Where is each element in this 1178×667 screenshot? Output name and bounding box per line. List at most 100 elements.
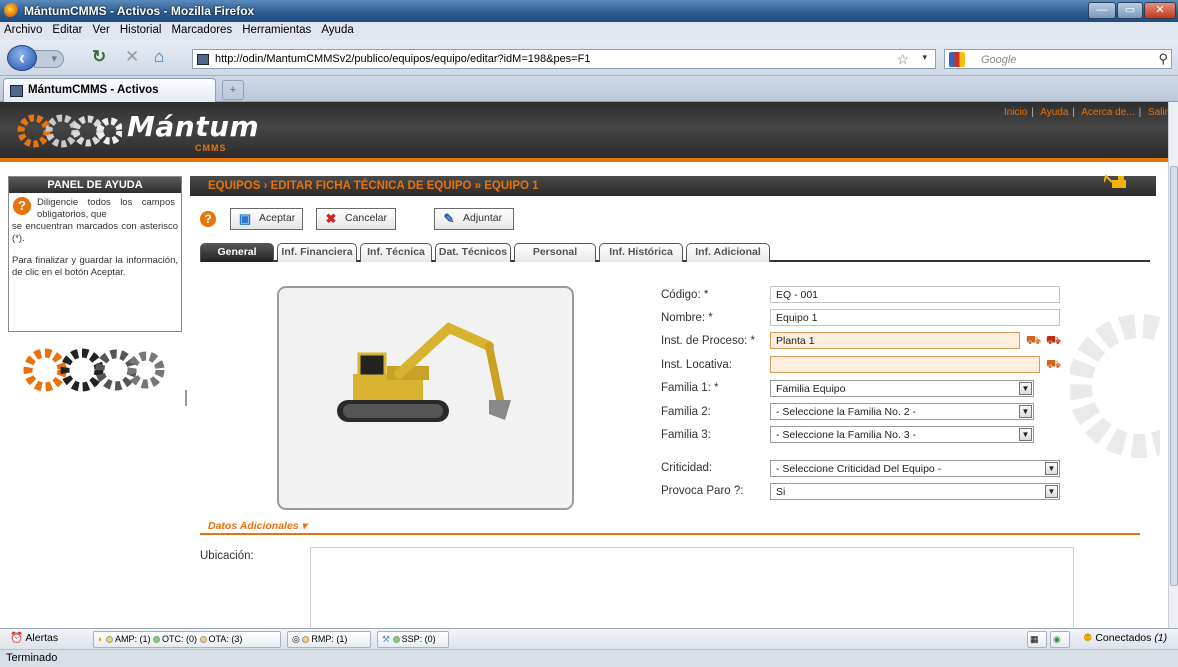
- firefox-icon: [4, 3, 19, 18]
- bookmark-star-icon[interactable]: ☆: [896, 51, 909, 68]
- web-page: Mántum CMMS Inicio | Ayuda | Acerca de... |…: [0, 102, 1168, 628]
- equipment-photo[interactable]: [277, 286, 574, 510]
- select-locativa-icon[interactable]: ⛟: [1046, 358, 1063, 371]
- maximize-button[interactable]: ▭: [1117, 2, 1143, 19]
- browser-tab-activos[interactable]: MántumCMMS - Activos: [3, 78, 216, 102]
- select-proceso-icon[interactable]: ⛟: [1026, 334, 1043, 347]
- menu-editar[interactable]: Editar: [48, 22, 85, 36]
- help-question-icon: ?: [13, 197, 31, 215]
- familia2-select[interactable]: - Seleccione la Familia No. 2 - ▼: [770, 403, 1034, 420]
- link-salir[interactable]: Salir: [1148, 107, 1168, 118]
- menu-ver[interactable]: Ver: [89, 22, 113, 36]
- codigo-field[interactable]: EQ - 001: [770, 286, 1060, 303]
- datos-adicionales-label: Datos Adicionales: [208, 520, 299, 532]
- panel-splitter[interactable]: [185, 390, 187, 406]
- familia2-label: Familia 2:: [661, 406, 711, 418]
- paro-value: Si: [776, 486, 786, 498]
- paro-label: Provoca Paro ?:: [661, 485, 744, 497]
- alerts-bar: ⏰ Alertas ◐ AMP: (1) OTC: (0) OTA: (3) ◎…: [0, 628, 1178, 649]
- search-box[interactable]: Google ⚲: [944, 49, 1172, 69]
- alarm-clock-icon: ⏰: [10, 632, 24, 644]
- amp-count: AMP: (1): [114, 634, 151, 644]
- help-text-2: se encuentran marcados con asterisco (*)…: [12, 221, 178, 244]
- globe-icon[interactable]: ◉: [1050, 631, 1070, 648]
- url-text: http://odin/MantumCMMSv2/publico/equipos…: [215, 53, 591, 65]
- eye-icon: ◎: [292, 634, 300, 644]
- url-bar[interactable]: http://odin/MantumCMMSv2/publico/equipos…: [192, 49, 936, 69]
- tab-general[interactable]: General: [200, 243, 274, 262]
- cancel-icon: ✖: [325, 211, 337, 226]
- tab-inf-historica[interactable]: Inf. Histórica: [599, 243, 683, 262]
- stop-icon[interactable]: ✕: [125, 47, 139, 67]
- chevron-down-icon: ▼: [1019, 428, 1032, 441]
- menu-bar: Archivo Editar Ver Historial Marcadores …: [0, 22, 1178, 40]
- rmp-status[interactable]: ◎ RMP: (1): [287, 631, 371, 648]
- criticidad-label: Criticidad:: [661, 462, 713, 474]
- new-tab-button[interactable]: +: [222, 80, 244, 100]
- back-button[interactable]: ‹: [7, 45, 37, 71]
- ssp-count: SSP: (0): [401, 634, 436, 644]
- cancel-button[interactable]: ✖ Cancelar: [316, 208, 396, 230]
- familia3-label: Familia 3:: [661, 429, 711, 441]
- menu-marcadores[interactable]: Marcadores: [167, 22, 235, 36]
- menu-herramientas[interactable]: Herramientas: [238, 22, 314, 36]
- clear-proceso-icon[interactable]: ⛟: [1046, 334, 1063, 347]
- link-acerca[interactable]: Acerca de...: [1081, 107, 1134, 118]
- wrench-icon: ◐: [98, 634, 104, 644]
- criticidad-select[interactable]: - Seleccione Criticidad Del Equipo - ▼: [770, 460, 1060, 477]
- divider: [200, 533, 1140, 535]
- connected-users[interactable]: ⚉ Conectados (1): [1079, 631, 1176, 648]
- familia3-select[interactable]: - Seleccione la Familia No. 3 - ▼: [770, 426, 1034, 443]
- accept-button[interactable]: ▣ Aceptar: [230, 208, 303, 230]
- search-icon[interactable]: ⚲: [1158, 51, 1168, 67]
- window-titlebar: MántumCMMS - Activos - Mozilla Firefox —…: [0, 0, 1178, 22]
- chevron-down-icon: ▼: [1045, 485, 1058, 498]
- tab-dat-tecnicos[interactable]: Dat. Técnicos: [435, 243, 511, 262]
- tab-inf-adicional[interactable]: Inf. Adicional: [686, 243, 770, 262]
- attach-button[interactable]: ✎ Adjuntar: [434, 208, 514, 230]
- ssp-status[interactable]: ⚒ SSP: (0): [377, 631, 449, 648]
- tab-personal[interactable]: Personal: [514, 243, 596, 262]
- inst-locativa-field[interactable]: [770, 356, 1040, 373]
- scrollbar-thumb[interactable]: [1170, 166, 1178, 586]
- forward-button[interactable]: ▾: [34, 50, 64, 68]
- navigation-toolbar: ▾ ‹ ↻ ✕ ⌂ http://odin/MantumCMMSv2/publi…: [0, 40, 1178, 76]
- calendar-icon[interactable]: ▦: [1027, 631, 1047, 648]
- codigo-label: Código: *: [661, 289, 709, 301]
- url-dropdown-icon[interactable]: ▾: [922, 52, 927, 63]
- tab-inf-financiera[interactable]: Inf. Financiera: [277, 243, 357, 262]
- breadcrumb: EQUIPOS › EDITAR FICHA TÉCNICA DE EQUIPO…: [190, 174, 1156, 196]
- ubicacion-textarea[interactable]: [310, 547, 1074, 628]
- link-inicio[interactable]: Inicio: [1004, 107, 1027, 118]
- site-favicon: [197, 54, 209, 65]
- inst-proceso-field[interactable]: Planta 1: [770, 332, 1020, 349]
- alerts-button[interactable]: ⏰ Alertas: [6, 631, 86, 648]
- familia1-select[interactable]: Familia Equipo ▼: [770, 380, 1034, 397]
- chevron-down-icon: ▼: [1045, 462, 1058, 475]
- link-ayuda[interactable]: Ayuda: [1040, 107, 1068, 118]
- help-icon[interactable]: ?: [200, 211, 216, 227]
- nombre-label: Nombre: *: [661, 312, 713, 324]
- logo-gears-icon: [17, 114, 122, 148]
- familia1-label: Familia 1: *: [661, 382, 719, 394]
- menu-ayuda[interactable]: Ayuda: [317, 22, 356, 36]
- reload-icon[interactable]: ↻: [92, 47, 106, 67]
- nombre-field[interactable]: Equipo 1: [770, 309, 1060, 326]
- google-icon[interactable]: [949, 52, 965, 67]
- home-icon[interactable]: ⌂: [154, 47, 164, 67]
- work-orders-status[interactable]: ◐ AMP: (1) OTC: (0) OTA: (3): [93, 631, 281, 648]
- datos-adicionales-toggle[interactable]: Datos Adicionales ▾: [208, 520, 307, 532]
- paro-select[interactable]: Si ▼: [770, 483, 1060, 500]
- tab-inf-tecnica[interactable]: Inf. Técnica: [360, 243, 432, 262]
- familia3-value: - Seleccione la Familia No. 3 -: [776, 429, 917, 441]
- close-button[interactable]: ✕: [1144, 2, 1176, 19]
- menu-historial[interactable]: Historial: [116, 22, 165, 36]
- help-panel-title: PANEL DE AYUDA: [9, 177, 181, 193]
- page-scrollbar[interactable]: [1168, 102, 1178, 628]
- chevron-down-icon: ▼: [1019, 405, 1032, 418]
- conectados-count: (1): [1154, 632, 1168, 644]
- alerts-label: Alertas: [25, 632, 59, 644]
- menu-archivo[interactable]: Archivo: [0, 22, 45, 36]
- minimize-button[interactable]: —: [1088, 2, 1116, 19]
- users-icon: ⚉: [1083, 632, 1093, 644]
